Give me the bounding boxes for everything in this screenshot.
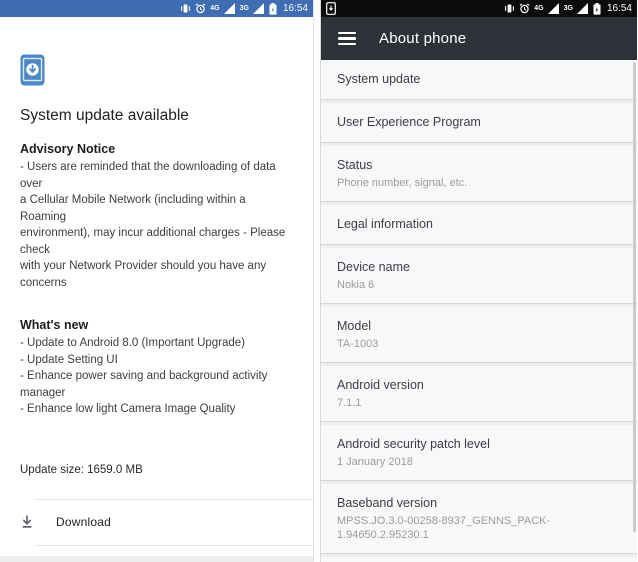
about-phone-screen: 4G 3G 16:54 About phone System update Us… xyxy=(320,0,637,562)
settings-item[interactable]: System update xyxy=(321,60,637,100)
settings-item-title: Model xyxy=(337,319,372,333)
settings-item[interactable]: Model TA-1003 xyxy=(321,307,637,363)
whats-new-item: - Update Setting UI xyxy=(20,353,118,366)
whats-new-heading: What's new xyxy=(20,318,89,332)
system-update-notification-icon xyxy=(326,2,336,15)
app-bar-title: About phone xyxy=(379,30,467,47)
settings-item-title: User Experience Program xyxy=(337,115,481,129)
settings-item[interactable]: Legal information xyxy=(321,205,637,245)
settings-item[interactable]: Device name Nokia 6 xyxy=(321,248,637,304)
sim2-signal-icon xyxy=(252,3,265,14)
settings-item-title: Legal information xyxy=(337,217,433,231)
screenshot-bottom-edge xyxy=(0,556,313,562)
settings-item[interactable]: User Experience Program xyxy=(321,103,637,143)
clock-text: 16:54 xyxy=(606,3,632,14)
advisory-line: - Users are reminded that the downloadin… xyxy=(20,161,276,190)
settings-item-subtitle: Nokia 6 xyxy=(337,279,375,291)
settings-item-title: Baseband version xyxy=(337,496,438,510)
right-status-bar: 4G 3G 16:54 xyxy=(321,0,637,17)
sim1-network-type-label: 4G xyxy=(210,5,220,12)
sim2-signal-icon xyxy=(576,3,589,14)
advisory-line: a Cellular Mobile Network (including wit… xyxy=(20,194,246,223)
vibrate-icon xyxy=(180,3,191,14)
settings-item[interactable]: Kernel version 3.18.31-perfFri Dec 22 12… xyxy=(321,557,637,562)
advisory-line: with your Network Provider should you ha… xyxy=(20,260,267,289)
left-status-bar: 4G 3G 16:54 xyxy=(0,0,313,17)
settings-item-title: Android version xyxy=(337,378,424,392)
sim1-signal-icon xyxy=(223,3,236,14)
settings-item-subtitle: TA-1003 xyxy=(337,338,379,350)
app-bar: About phone xyxy=(321,17,637,60)
advisory-heading: Advisory Notice xyxy=(20,142,116,156)
settings-item[interactable]: Android security patch level 1 January 2… xyxy=(321,425,637,481)
settings-item-title: Status xyxy=(337,158,373,172)
settings-item[interactable]: Baseband version MPSS.JO.3.0-00258-8937_… xyxy=(321,484,637,554)
battery-icon xyxy=(593,2,601,15)
sim2-network-type-label: 3G xyxy=(563,5,573,12)
alarm-icon xyxy=(519,3,530,14)
whats-new-item: - Enhance low light Camera Image Quality xyxy=(20,403,236,415)
settings-item[interactable]: Status Phone number, signal, etc. xyxy=(321,146,637,202)
settings-item-title: Device name xyxy=(337,260,410,274)
whats-new-item: - Update to Android 8.0 (Important Upgra… xyxy=(20,337,246,349)
advisory-text: - Users are reminded that the downloadin… xyxy=(20,159,293,291)
sim1-signal-icon xyxy=(547,3,560,14)
settings-item-subtitle: Phone number, signal, etc. xyxy=(337,177,468,189)
settings-item[interactable]: Android version 7.1.1 xyxy=(321,366,637,422)
update-size-text: Update size: 1659.0 MB xyxy=(20,463,143,476)
clock-text: 16:54 xyxy=(282,3,308,14)
sim2-network-type-label: 3G xyxy=(239,5,249,12)
settings-item-subtitle: 7.1.1 xyxy=(337,397,362,409)
scrollbar[interactable] xyxy=(633,62,636,532)
alarm-icon xyxy=(195,3,206,14)
download-icon xyxy=(20,515,34,529)
divider xyxy=(35,544,313,546)
page-title: System update available xyxy=(20,107,189,124)
menu-icon[interactable] xyxy=(338,32,356,45)
settings-item-title: Android security patch level xyxy=(337,437,490,451)
settings-item-subtitle: MPSS.JO.3.0-00258-8937_GENNS_PACK-1.9465… xyxy=(337,515,551,541)
vibrate-icon xyxy=(504,3,515,14)
settings-item-subtitle: 1 January 2018 xyxy=(337,456,413,468)
whats-new-list: - Update to Android 8.0 (Important Upgra… xyxy=(20,335,293,418)
download-button[interactable]: Download xyxy=(0,500,313,545)
two-phone-screenshots: 4G 3G 16:54 System update available Advi… xyxy=(0,0,638,562)
battery-icon xyxy=(269,2,277,15)
sim1-network-type-label: 4G xyxy=(534,5,544,12)
whats-new-item: - Enhance power saving and background ac… xyxy=(20,370,268,399)
advisory-line: environment), may incur additional charg… xyxy=(20,227,286,256)
system-update-screen: 4G 3G 16:54 System update available Advi… xyxy=(0,0,314,562)
download-button-label: Download xyxy=(56,515,111,529)
system-update-icon xyxy=(20,54,293,86)
settings-list: System update User Experience Program St… xyxy=(321,60,637,562)
settings-item-title: System update xyxy=(337,72,421,86)
